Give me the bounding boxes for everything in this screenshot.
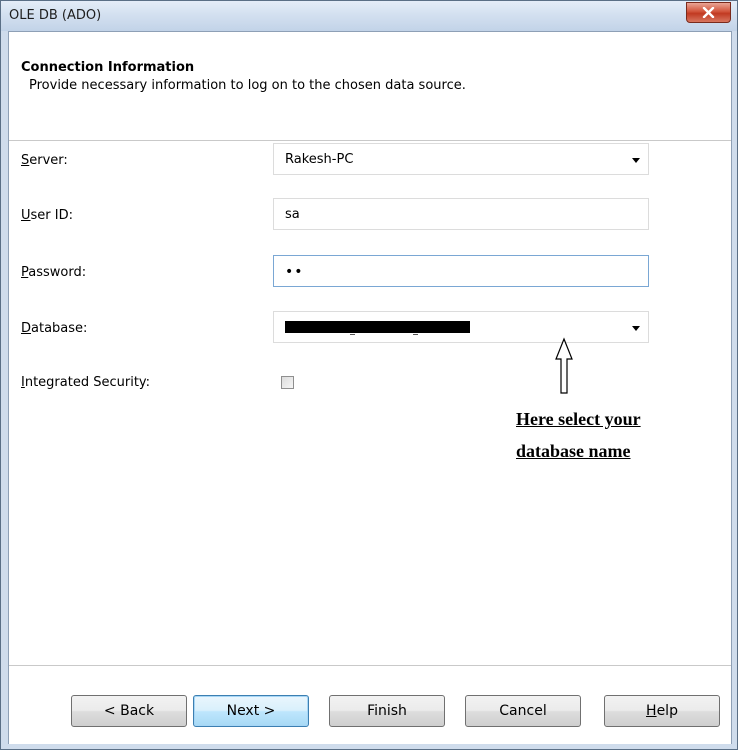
help-button-text: elp: [656, 703, 678, 719]
dialog-window: OLE DB (ADO) Connection Information Prov…: [0, 0, 738, 750]
button-bar: < Back Next > Finish Cancel Help: [9, 665, 731, 744]
page-title: Connection Information: [21, 60, 195, 75]
database-label: Database:: [21, 321, 87, 336]
user-id-label-text: ser ID:: [30, 208, 73, 223]
wizard-header: Connection Information Provide necessary…: [9, 32, 731, 141]
user-id-label-accel: U: [21, 208, 31, 223]
integrated-security-label: Integrated Security:: [21, 375, 150, 390]
title-bar[interactable]: OLE DB (ADO): [1, 1, 737, 31]
annotation-line-2: database name: [516, 441, 631, 461]
database-label-text: atabase:: [31, 321, 88, 336]
user-id-input[interactable]: sa: [273, 198, 649, 230]
form-body: Server: Rakesh-PC User ID: sa Password: …: [9, 141, 731, 665]
dialog-client: Connection Information Provide necessary…: [8, 31, 732, 744]
redaction-mark: [350, 334, 355, 335]
password-value: ••: [285, 264, 304, 280]
chevron-down-icon[interactable]: [632, 158, 640, 163]
window-title: OLE DB (ADO): [9, 8, 102, 23]
next-button[interactable]: Next >: [193, 695, 309, 727]
database-label-accel: D: [21, 321, 32, 336]
finish-button[interactable]: Finish: [329, 695, 445, 727]
integrated-security-label-text: ntegrated Security:: [24, 375, 151, 390]
server-label-text: erver:: [29, 153, 68, 168]
annotation-text: Here select your database name: [516, 403, 641, 467]
server-value: Rakesh-PC: [285, 152, 354, 167]
cancel-button[interactable]: Cancel: [465, 695, 581, 727]
password-label-text: assword:: [28, 265, 87, 280]
user-id-label: User ID:: [21, 208, 73, 223]
server-dropdown[interactable]: Rakesh-PC: [273, 143, 649, 175]
help-button-accel: H: [646, 703, 657, 719]
help-button[interactable]: Help: [604, 695, 720, 727]
page-subtitle: Provide necessary information to log on …: [29, 78, 466, 93]
close-button[interactable]: [686, 2, 731, 23]
user-id-value: sa: [285, 207, 300, 222]
password-input[interactable]: ••: [273, 255, 649, 287]
password-label: Password:: [21, 265, 86, 280]
chevron-down-icon[interactable]: [632, 326, 640, 331]
back-button[interactable]: < Back: [71, 695, 187, 727]
close-icon: [702, 7, 715, 18]
redaction-bar: [285, 321, 470, 333]
server-label: Server:: [21, 153, 68, 168]
integrated-security-checkbox[interactable]: [281, 376, 294, 389]
redaction-mark: [413, 334, 418, 335]
annotation-line-1: Here select your: [516, 409, 641, 429]
database-dropdown[interactable]: [273, 311, 649, 343]
up-arrow-icon: [555, 337, 573, 394]
